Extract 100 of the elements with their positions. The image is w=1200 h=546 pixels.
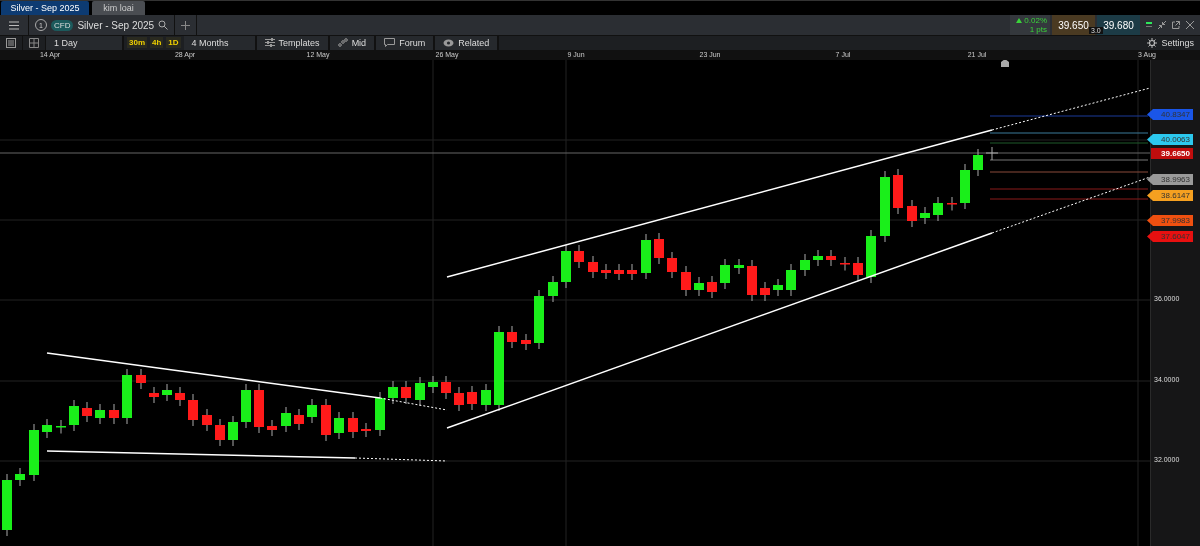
window-tab[interactable]: Silver - Sep 2025 [1, 1, 89, 16]
candlestick [361, 422, 371, 438]
candlestick [826, 249, 836, 267]
candlestick [294, 408, 304, 431]
candlestick [149, 386, 159, 404]
price-level-tag: 38.6147 [1147, 190, 1193, 201]
candlestick [853, 256, 863, 282]
candlestick [162, 383, 172, 402]
candlestick [694, 276, 704, 297]
popout-icon[interactable] [1172, 21, 1180, 29]
candlestick [773, 278, 783, 297]
candlestick [2, 473, 12, 537]
price-level-tag: 40.0063 [1147, 134, 1193, 145]
candlestick [960, 163, 970, 210]
candlestick [188, 393, 198, 427]
interval-button[interactable]: 30m [127, 37, 147, 49]
level-bars-icon[interactable] [1146, 20, 1152, 30]
candlestick [786, 263, 796, 297]
candlestick [281, 406, 291, 433]
instrument-type-badge: CFD [51, 19, 74, 31]
candlestick [428, 375, 438, 394]
candlestick [481, 383, 491, 412]
candlestick [441, 375, 451, 400]
candlestick [747, 259, 757, 302]
candlestick [574, 244, 584, 269]
candlestick [866, 229, 876, 284]
candlestick [667, 251, 677, 279]
candlestick [641, 233, 651, 280]
candlestick [29, 423, 39, 482]
candlestick [947, 196, 957, 211]
change-points: 1 pts [1029, 25, 1047, 34]
candlestick [401, 380, 411, 405]
candlestick [175, 386, 185, 407]
candlestick [109, 403, 119, 425]
speech-bubble-icon [384, 38, 396, 48]
candlestick [42, 418, 52, 439]
candlestick [707, 275, 717, 299]
candlestick [375, 391, 385, 437]
candlestick [334, 411, 344, 440]
candlestick [254, 383, 264, 434]
candlestick [467, 385, 477, 411]
candlestick [907, 199, 917, 228]
interval-button[interactable]: 1D [166, 37, 181, 49]
plus-icon[interactable] [181, 20, 191, 30]
price-level-tag: 37.6047 [1147, 231, 1193, 242]
candlestick [69, 399, 79, 432]
candlestick [388, 380, 398, 405]
candlestick [454, 386, 464, 412]
candlestick [228, 415, 238, 447]
candlestick [95, 403, 105, 425]
candlestick [627, 263, 637, 281]
candlestick [840, 256, 850, 271]
candlestick [215, 418, 225, 447]
candlestick [521, 333, 531, 351]
candlestick [601, 263, 611, 280]
crosshair-icon [985, 146, 999, 161]
minimize-icon[interactable] [1158, 21, 1166, 29]
candlestick [202, 408, 212, 432]
candlestick [973, 148, 983, 177]
candlestick [307, 398, 317, 424]
price-level-tag: 39.6650 [1151, 148, 1193, 159]
candlestick [136, 368, 146, 390]
candlestick [548, 275, 558, 303]
settings-icon[interactable] [1147, 37, 1158, 48]
eye-icon [443, 38, 455, 47]
candlestick [348, 411, 358, 439]
candlestick [507, 325, 517, 349]
sliders-icon [264, 38, 275, 48]
candlestick [800, 253, 810, 277]
search-icon[interactable] [158, 20, 169, 30]
candlestick [82, 401, 92, 423]
up-triangle-icon [1016, 18, 1023, 23]
price-level-tag: 38.9963 [1147, 174, 1193, 185]
candlestick [241, 383, 251, 429]
candlestick [321, 398, 331, 442]
instrument-name: Silver - Sep 2025 [77, 19, 155, 31]
price-level-tag: 40.8347 [1147, 109, 1193, 120]
candlestick [614, 263, 624, 281]
window-tab[interactable]: kim loai [92, 1, 145, 16]
candlestick [267, 419, 277, 437]
list-icon[interactable] [6, 37, 16, 48]
layout-icon[interactable] [29, 37, 39, 48]
candlestick [654, 232, 664, 265]
candlestick [561, 244, 571, 289]
candlestick [720, 258, 730, 290]
candlestick [893, 168, 903, 215]
change-percent: 0.02% [1024, 16, 1047, 25]
candlestick [588, 255, 598, 279]
candlestick [15, 467, 25, 487]
candlestick [415, 376, 425, 407]
close-icon[interactable] [1186, 21, 1194, 29]
candlestick [122, 368, 132, 425]
settings-label[interactable]: Settings [1161, 37, 1194, 48]
candlestick [56, 419, 66, 434]
candlestick [813, 249, 823, 267]
interval-button[interactable]: 4h [150, 37, 164, 49]
candlestick [534, 289, 544, 350]
price-level-tag: 37.9983 [1147, 215, 1193, 226]
candlestick [920, 206, 930, 225]
candlestick [734, 258, 744, 275]
